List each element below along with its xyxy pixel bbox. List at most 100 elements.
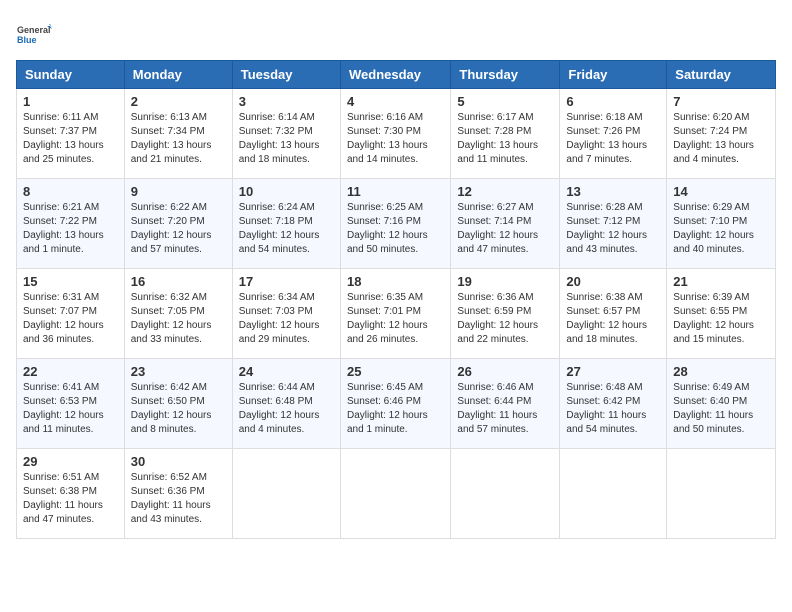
- day-info-line: Daylight: 12 hours: [673, 229, 769, 243]
- day-info-line: and 54 minutes.: [566, 423, 660, 437]
- day-info-line: Sunset: 7:26 PM: [566, 125, 660, 139]
- calendar-cell: 28Sunrise: 6:49 AMSunset: 6:40 PMDayligh…: [667, 359, 776, 449]
- day-info-line: Sunset: 7:34 PM: [131, 125, 226, 139]
- day-number: 20: [566, 274, 660, 289]
- calendar-cell: 10Sunrise: 6:24 AMSunset: 7:18 PMDayligh…: [232, 179, 340, 269]
- day-info-line: Sunrise: 6:31 AM: [23, 291, 118, 305]
- day-number: 22: [23, 364, 118, 379]
- day-info-line: and 25 minutes.: [23, 153, 118, 167]
- day-info-line: Sunrise: 6:38 AM: [566, 291, 660, 305]
- day-info-line: Sunset: 6:50 PM: [131, 395, 226, 409]
- day-info-line: Sunset: 7:05 PM: [131, 305, 226, 319]
- day-number: 5: [457, 94, 553, 109]
- svg-text:General: General: [17, 25, 51, 35]
- day-number: 3: [239, 94, 334, 109]
- day-number: 17: [239, 274, 334, 289]
- day-info-line: Sunset: 7:37 PM: [23, 125, 118, 139]
- day-info-line: Sunset: 7:14 PM: [457, 215, 553, 229]
- day-number: 14: [673, 184, 769, 199]
- day-info-line: Sunrise: 6:52 AM: [131, 471, 226, 485]
- day-info-line: Daylight: 12 hours: [239, 409, 334, 423]
- day-info-line: Sunrise: 6:25 AM: [347, 201, 444, 215]
- calendar-cell: 24Sunrise: 6:44 AMSunset: 6:48 PMDayligh…: [232, 359, 340, 449]
- calendar-cell: [340, 449, 450, 539]
- day-info-line: Sunset: 6:46 PM: [347, 395, 444, 409]
- calendar-cell: 1Sunrise: 6:11 AMSunset: 7:37 PMDaylight…: [17, 89, 125, 179]
- day-info-line: and 7 minutes.: [566, 153, 660, 167]
- calendar-cell: 11Sunrise: 6:25 AMSunset: 7:16 PMDayligh…: [340, 179, 450, 269]
- calendar-cell: 16Sunrise: 6:32 AMSunset: 7:05 PMDayligh…: [124, 269, 232, 359]
- day-info-line: and 18 minutes.: [239, 153, 334, 167]
- day-info-line: Sunset: 7:12 PM: [566, 215, 660, 229]
- day-info-line: Sunset: 7:10 PM: [673, 215, 769, 229]
- day-info-line: Sunrise: 6:14 AM: [239, 111, 334, 125]
- day-info-line: Sunset: 6:44 PM: [457, 395, 553, 409]
- day-info-line: Daylight: 12 hours: [457, 319, 553, 333]
- day-info-line: and 26 minutes.: [347, 333, 444, 347]
- day-info-line: Sunrise: 6:45 AM: [347, 381, 444, 395]
- day-info-line: and 4 minutes.: [673, 153, 769, 167]
- calendar-cell: 13Sunrise: 6:28 AMSunset: 7:12 PMDayligh…: [560, 179, 667, 269]
- day-info-line: Sunrise: 6:41 AM: [23, 381, 118, 395]
- day-header-monday: Monday: [124, 61, 232, 89]
- day-info-line: and 11 minutes.: [457, 153, 553, 167]
- day-info-line: Sunrise: 6:13 AM: [131, 111, 226, 125]
- day-number: 2: [131, 94, 226, 109]
- calendar-cell: 23Sunrise: 6:42 AMSunset: 6:50 PMDayligh…: [124, 359, 232, 449]
- calendar-cell: 22Sunrise: 6:41 AMSunset: 6:53 PMDayligh…: [17, 359, 125, 449]
- day-info-line: Sunrise: 6:44 AM: [239, 381, 334, 395]
- day-info-line: Daylight: 11 hours: [23, 499, 118, 513]
- day-info-line: Sunrise: 6:32 AM: [131, 291, 226, 305]
- calendar-cell: 19Sunrise: 6:36 AMSunset: 6:59 PMDayligh…: [451, 269, 560, 359]
- day-info-line: Sunrise: 6:49 AM: [673, 381, 769, 395]
- week-row-4: 22Sunrise: 6:41 AMSunset: 6:53 PMDayligh…: [17, 359, 776, 449]
- day-info-line: Sunset: 6:48 PM: [239, 395, 334, 409]
- day-info-line: Sunset: 7:18 PM: [239, 215, 334, 229]
- day-header-friday: Friday: [560, 61, 667, 89]
- day-info-line: Sunrise: 6:20 AM: [673, 111, 769, 125]
- day-info-line: Daylight: 11 hours: [566, 409, 660, 423]
- calendar-cell: 21Sunrise: 6:39 AMSunset: 6:55 PMDayligh…: [667, 269, 776, 359]
- day-number: 7: [673, 94, 769, 109]
- day-info-line: Sunset: 7:24 PM: [673, 125, 769, 139]
- calendar-cell: 8Sunrise: 6:21 AMSunset: 7:22 PMDaylight…: [17, 179, 125, 269]
- day-info-line: Sunset: 6:55 PM: [673, 305, 769, 319]
- day-info-line: Daylight: 12 hours: [239, 229, 334, 243]
- day-info-line: and 1 minute.: [23, 243, 118, 257]
- day-info-line: Sunset: 6:36 PM: [131, 485, 226, 499]
- day-info-line: Sunset: 7:32 PM: [239, 125, 334, 139]
- day-info-line: Daylight: 13 hours: [23, 139, 118, 153]
- day-info-line: Daylight: 13 hours: [23, 229, 118, 243]
- day-number: 28: [673, 364, 769, 379]
- calendar-cell: 25Sunrise: 6:45 AMSunset: 6:46 PMDayligh…: [340, 359, 450, 449]
- week-row-5: 29Sunrise: 6:51 AMSunset: 6:38 PMDayligh…: [17, 449, 776, 539]
- day-info-line: and 50 minutes.: [347, 243, 444, 257]
- day-number: 9: [131, 184, 226, 199]
- day-number: 13: [566, 184, 660, 199]
- day-info-line: Sunrise: 6:29 AM: [673, 201, 769, 215]
- day-number: 6: [566, 94, 660, 109]
- day-info-line: Daylight: 12 hours: [131, 229, 226, 243]
- day-info-line: and 15 minutes.: [673, 333, 769, 347]
- day-info-line: and 47 minutes.: [457, 243, 553, 257]
- day-info-line: Sunset: 7:22 PM: [23, 215, 118, 229]
- day-info-line: Sunrise: 6:17 AM: [457, 111, 553, 125]
- day-number: 15: [23, 274, 118, 289]
- day-info-line: and 29 minutes.: [239, 333, 334, 347]
- day-info-line: Sunset: 6:38 PM: [23, 485, 118, 499]
- day-number: 1: [23, 94, 118, 109]
- calendar-cell: 9Sunrise: 6:22 AMSunset: 7:20 PMDaylight…: [124, 179, 232, 269]
- calendar-cell: 29Sunrise: 6:51 AMSunset: 6:38 PMDayligh…: [17, 449, 125, 539]
- page-header: General Blue: [16, 16, 776, 52]
- day-info-line: and 47 minutes.: [23, 513, 118, 527]
- day-info-line: Daylight: 13 hours: [347, 139, 444, 153]
- day-info-line: Sunrise: 6:24 AM: [239, 201, 334, 215]
- calendar-cell: [451, 449, 560, 539]
- day-info-line: Sunrise: 6:18 AM: [566, 111, 660, 125]
- day-number: 16: [131, 274, 226, 289]
- day-info-line: and 21 minutes.: [131, 153, 226, 167]
- day-info-line: Daylight: 13 hours: [239, 139, 334, 153]
- day-info-line: and 43 minutes.: [566, 243, 660, 257]
- day-info-line: Daylight: 12 hours: [566, 319, 660, 333]
- calendar-cell: 12Sunrise: 6:27 AMSunset: 7:14 PMDayligh…: [451, 179, 560, 269]
